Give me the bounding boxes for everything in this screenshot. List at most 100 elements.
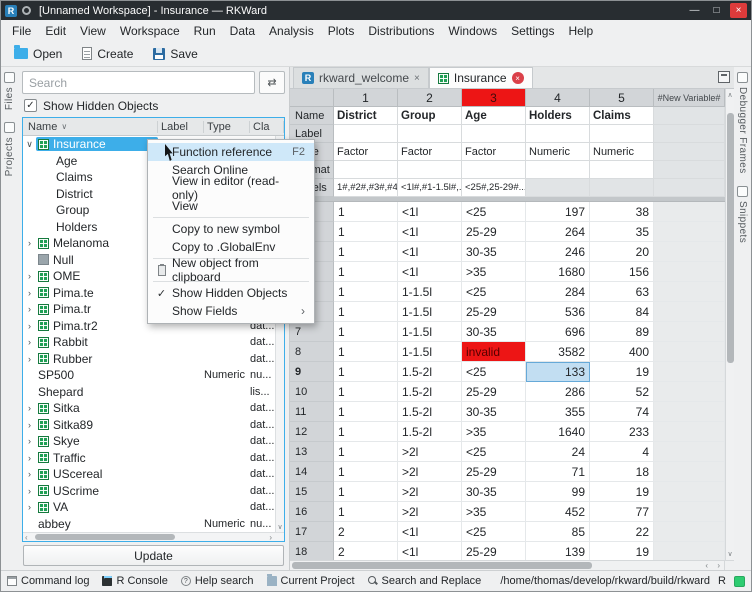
new-variable-cell[interactable] xyxy=(654,342,725,362)
column-header-1[interactable]: 1 xyxy=(334,89,398,107)
row-number[interactable]: 14 xyxy=(290,462,334,482)
data-cell[interactable]: 2 xyxy=(334,542,398,560)
show-hidden-row[interactable]: ✓ Show Hidden Objects xyxy=(22,97,285,114)
data-cell[interactable]: 696 xyxy=(526,322,590,342)
row-number[interactable]: 15 xyxy=(290,482,334,502)
menu-workspace[interactable]: Workspace xyxy=(113,22,187,40)
menu-file[interactable]: File xyxy=(5,22,38,40)
data-cell[interactable]: 1 xyxy=(334,222,398,242)
data-cell[interactable]: 1 xyxy=(334,362,398,382)
variable-name-cell[interactable]: Group xyxy=(398,107,462,125)
chevron-right-icon[interactable]: › xyxy=(23,453,36,463)
update-button[interactable]: Update xyxy=(23,545,284,566)
tree-item-skye[interactable]: › Skye dat... xyxy=(23,433,284,450)
data-cell[interactable]: 1 xyxy=(334,242,398,262)
split-view-icon[interactable] xyxy=(718,71,730,83)
data-cell[interactable]: 400 xyxy=(590,342,654,362)
data-cell[interactable]: 1.5-2l xyxy=(398,422,462,442)
scroll-left-icon[interactable]: ‹ xyxy=(705,561,708,570)
menu-item-copy-to-globalenv[interactable]: Copy to .GlobalEnv xyxy=(148,238,314,256)
data-cell[interactable]: >35 xyxy=(462,422,526,442)
table-vscroll-thumb[interactable] xyxy=(727,113,734,363)
menu-view[interactable]: View xyxy=(73,22,113,40)
data-cell[interactable]: 30-35 xyxy=(462,322,526,342)
tree-item-sp500[interactable]: SP500 Numericnu... xyxy=(23,367,284,384)
chevron-right-icon[interactable]: › xyxy=(23,486,36,496)
variable-format-cell[interactable] xyxy=(462,161,526,179)
data-cell[interactable]: <25 xyxy=(462,442,526,462)
save-button[interactable]: Save xyxy=(146,45,204,63)
tree-horizontal-scrollbar[interactable]: ‹ › xyxy=(23,532,284,541)
data-cell[interactable]: >2l xyxy=(398,482,462,502)
tree-item-rubber[interactable]: › Rubber dat... xyxy=(23,351,284,368)
new-variable-cell[interactable] xyxy=(654,262,725,282)
data-cell[interactable]: 89 xyxy=(590,322,654,342)
table-hscroll-thumb[interactable] xyxy=(292,562,592,569)
new-variable-cell[interactable] xyxy=(654,462,725,482)
help-search-button[interactable]: ? Help search xyxy=(181,575,254,587)
new-variable-cell[interactable] xyxy=(654,442,725,462)
maximize-button[interactable]: □ xyxy=(708,3,725,18)
data-cell[interactable]: 35 xyxy=(590,222,654,242)
menu-windows[interactable]: Windows xyxy=(441,22,504,40)
new-variable-cell[interactable] xyxy=(654,382,725,402)
menu-plots[interactable]: Plots xyxy=(321,22,362,40)
menu-item-copy-to-new-symbol[interactable]: Copy to new symbol xyxy=(148,220,314,238)
data-cell[interactable]: 1640 xyxy=(526,422,590,442)
data-cell[interactable]: <1l xyxy=(398,242,462,262)
data-cell[interactable]: <1l xyxy=(398,542,462,560)
row-number[interactable]: 12 xyxy=(290,422,334,442)
data-cell[interactable]: 74 xyxy=(590,402,654,422)
chevron-right-icon[interactable]: › xyxy=(23,469,36,479)
chevron-right-icon[interactable]: › xyxy=(23,436,36,446)
menu-item-function-reference[interactable]: Function reference F2 xyxy=(148,143,314,161)
new-variable-cell[interactable] xyxy=(654,125,725,143)
chevron-right-icon[interactable]: › xyxy=(23,271,36,281)
column-header-3-invalid[interactable]: 3 xyxy=(462,89,526,107)
data-cell[interactable]: >35 xyxy=(462,262,526,282)
data-cell[interactable]: 77 xyxy=(590,502,654,522)
search-input[interactable] xyxy=(22,71,255,94)
data-cell[interactable]: 1 xyxy=(334,402,398,422)
scroll-right-icon[interactable]: › xyxy=(269,533,272,542)
data-cell[interactable]: 2 xyxy=(334,522,398,542)
data-cell[interactable]: 19 xyxy=(590,362,654,382)
data-cell[interactable]: 19 xyxy=(590,542,654,560)
new-variable-cell[interactable] xyxy=(654,502,725,522)
variable-levels-cell[interactable]: <25#,25-29#... xyxy=(462,179,526,197)
dock-tab-debugger-frames[interactable]: Debugger Frames xyxy=(737,72,748,174)
variable-format-cell[interactable] xyxy=(398,161,462,179)
data-cell[interactable]: <25 xyxy=(462,522,526,542)
data-cell[interactable]: >2l xyxy=(398,502,462,522)
data-cell[interactable]: 30-35 xyxy=(462,482,526,502)
variable-name-cell[interactable]: Holders xyxy=(526,107,590,125)
dock-tab-projects[interactable]: Projects xyxy=(4,122,15,176)
tree-item-va[interactable]: › VA dat... xyxy=(23,499,284,516)
data-cell[interactable]: 25-29 xyxy=(462,462,526,482)
variable-name-cell[interactable]: District xyxy=(334,107,398,125)
data-cell[interactable]: 1 xyxy=(334,382,398,402)
row-number[interactable]: 11 xyxy=(290,402,334,422)
tab-rkward-welcome[interactable]: R rkward_welcome × xyxy=(293,67,429,88)
data-cell[interactable]: 1 xyxy=(334,462,398,482)
scroll-down-icon[interactable]: ∨ xyxy=(727,550,732,558)
new-variable-cell[interactable] xyxy=(654,422,725,442)
new-variable-cell[interactable] xyxy=(654,161,725,179)
table-vertical-scrollbar[interactable]: ∧ ∨ xyxy=(725,89,734,560)
scroll-down-icon[interactable]: ∨ xyxy=(277,523,282,531)
new-variable-cell[interactable] xyxy=(654,143,725,161)
menu-run[interactable]: Run xyxy=(187,22,223,40)
data-cell[interactable]: 1 xyxy=(334,282,398,302)
command-log-button[interactable]: Command log xyxy=(7,575,89,587)
chevron-right-icon[interactable]: › xyxy=(23,304,36,314)
data-cell[interactable]: 1.5-2l xyxy=(398,362,462,382)
menu-item-show-hidden-objects[interactable]: ✓ Show Hidden Objects xyxy=(148,284,314,302)
close-tab-icon[interactable]: × xyxy=(512,72,524,84)
data-cell[interactable]: 18 xyxy=(590,462,654,482)
data-cell[interactable]: >2l xyxy=(398,462,462,482)
chevron-right-icon[interactable]: › xyxy=(23,238,36,248)
new-variable-cell[interactable] xyxy=(654,282,725,302)
data-cell[interactable]: <1l xyxy=(398,202,462,222)
data-cell[interactable]: 1-1.5l xyxy=(398,302,462,322)
data-cell[interactable]: 1 xyxy=(334,302,398,322)
